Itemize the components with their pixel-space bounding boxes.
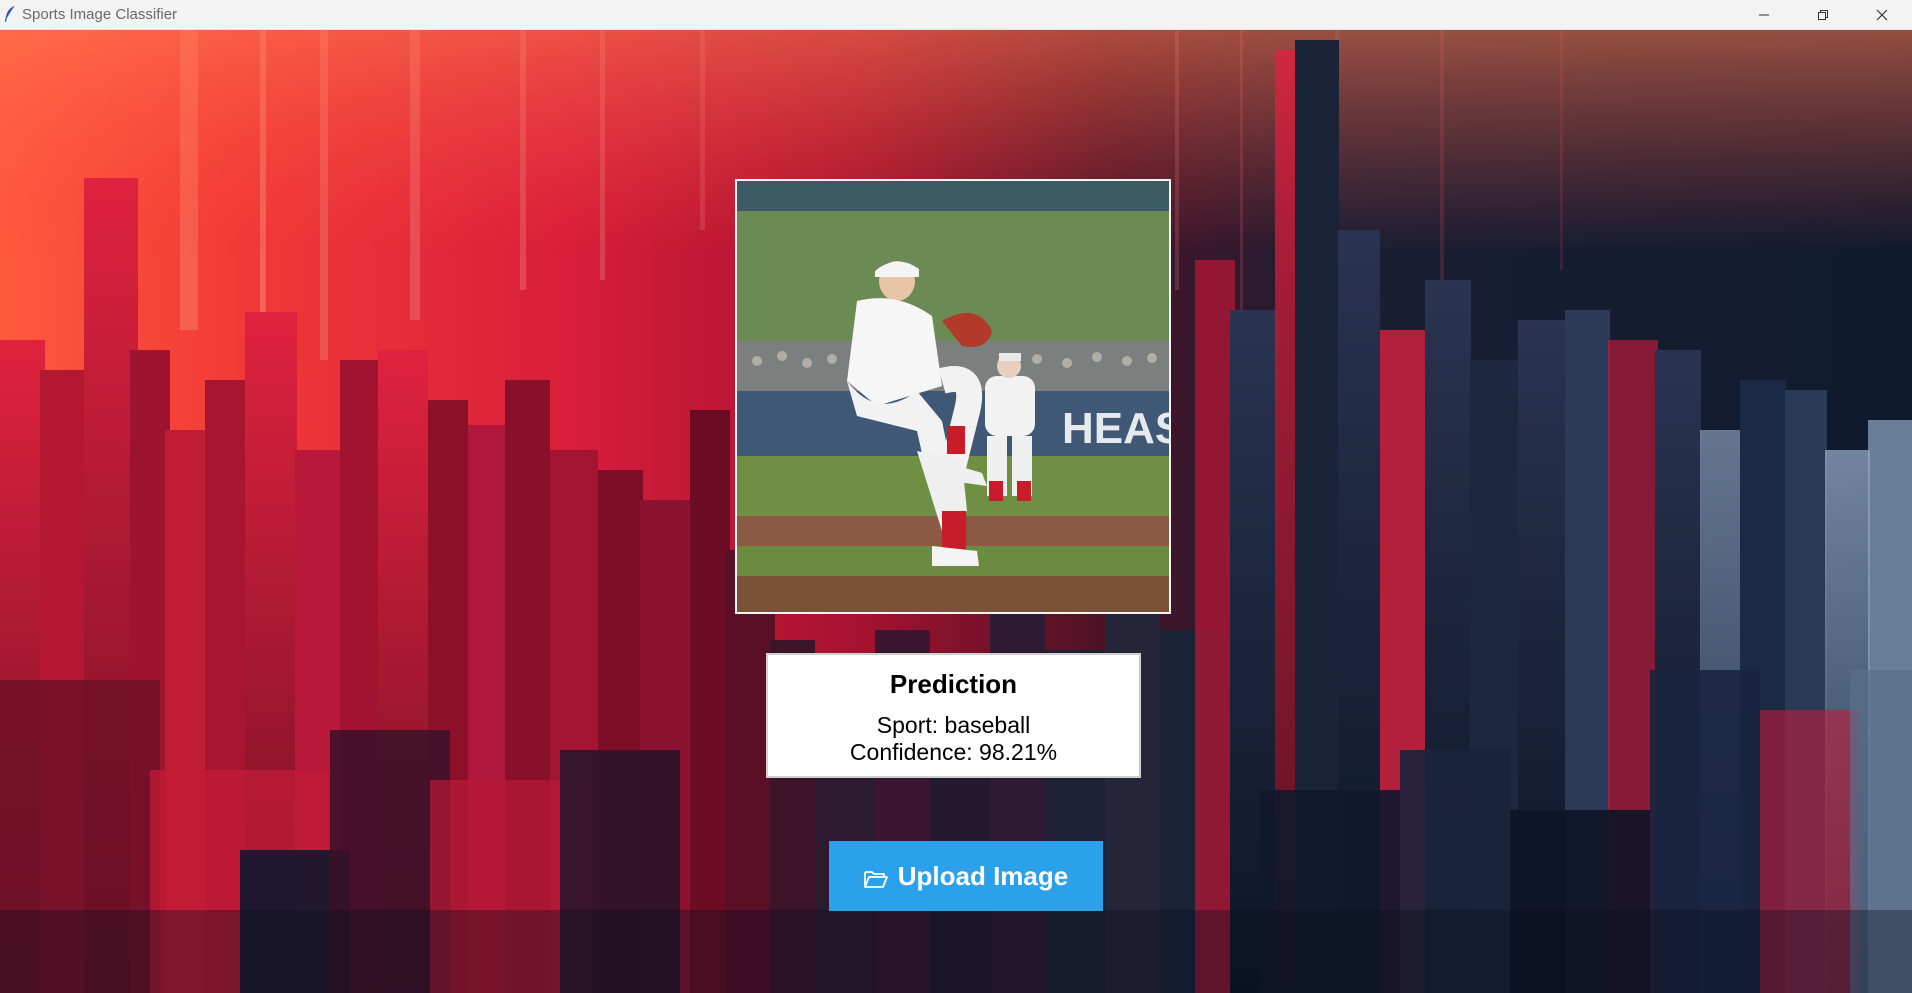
predicted-sport: Sport: baseball: [876, 712, 1031, 738]
minimize-icon: [1759, 14, 1769, 15]
image-preview: HEAS: [735, 179, 1171, 614]
restore-button[interactable]: [1794, 0, 1852, 29]
folder-open-icon: [863, 871, 888, 888]
baseball-photo: HEAS: [737, 181, 1169, 612]
window-title: Sports Image Classifier: [22, 6, 178, 23]
prediction-panel: Prediction Sport: baseball Confidence: 9…: [766, 653, 1141, 778]
upload-image-button[interactable]: Upload Image: [829, 841, 1103, 911]
minimize-button[interactable]: [1735, 0, 1793, 29]
prediction-title: Prediction: [889, 669, 1018, 699]
restore-icon: [1818, 9, 1828, 20]
app-window: Sports Image Classifier HEA Prediction S…: [0, 0, 1912, 993]
upload-button-label: Upload Image: [897, 860, 1069, 891]
close-button[interactable]: [1853, 0, 1911, 29]
svg-text:HEAS: HEAS: [1062, 404, 1169, 453]
title-bar[interactable]: Sports Image Classifier: [0, 0, 1912, 30]
prediction-confidence: Confidence: 98.21%: [849, 739, 1058, 765]
close-icon: [1876, 9, 1888, 20]
feather-icon: [5, 5, 15, 22]
